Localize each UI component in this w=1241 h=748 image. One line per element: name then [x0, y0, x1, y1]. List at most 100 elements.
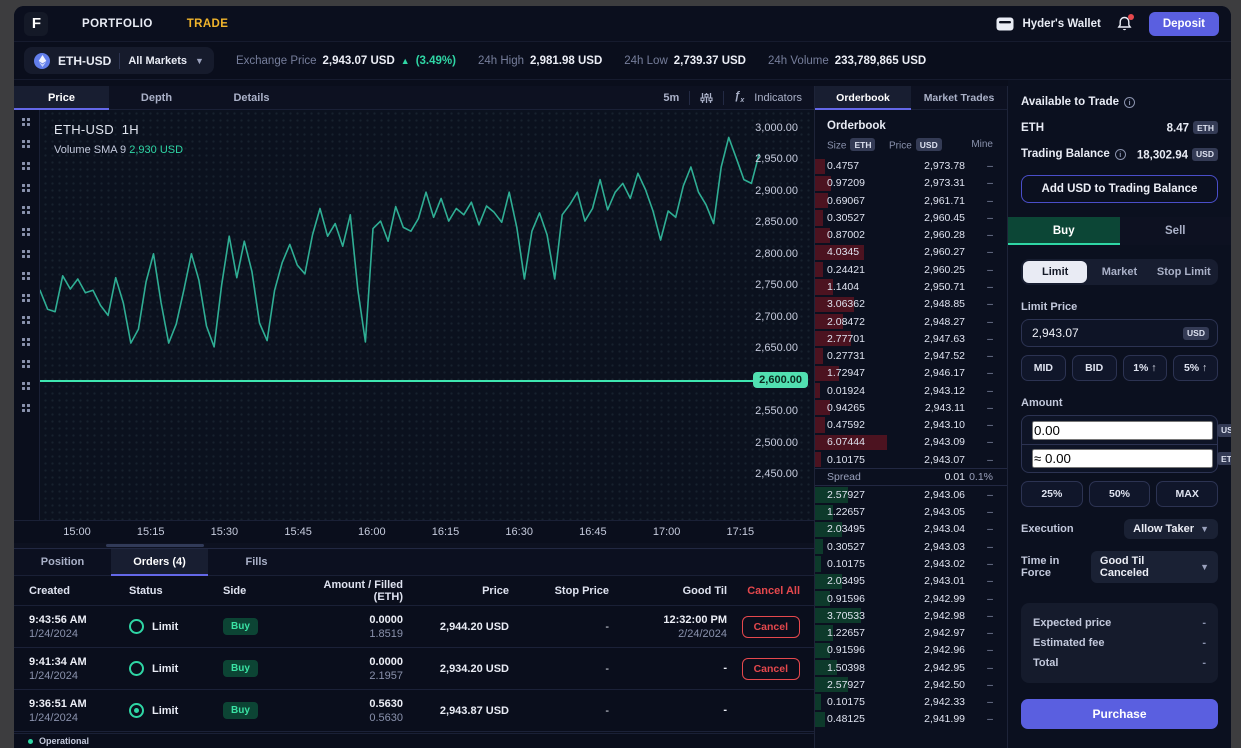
drawing-tools-strip — [14, 110, 40, 520]
deposit-button[interactable]: Deposit — [1149, 12, 1219, 36]
tab-market-trades[interactable]: Market Trades — [911, 86, 1007, 109]
execution-row: Execution Allow Taker▼ — [1021, 519, 1218, 539]
ask-row[interactable]: 0.690672,961.71– — [815, 192, 1007, 209]
bid-button[interactable]: BID — [1072, 355, 1117, 381]
info-icon[interactable]: i — [1124, 97, 1135, 108]
info-icon[interactable]: i — [1115, 149, 1126, 160]
order-price: 2,973.78 — [889, 160, 965, 172]
limit-price-input[interactable] — [1032, 326, 1179, 340]
drawing-tool-icon[interactable] — [22, 360, 31, 369]
drawing-tool-icon[interactable] — [22, 404, 31, 413]
amount-eth-input[interactable] — [1032, 449, 1213, 468]
drawing-tool-icon[interactable] — [22, 228, 31, 237]
ask-row[interactable]: 0.305272,960.45– — [815, 209, 1007, 226]
drawing-tool-icon[interactable] — [22, 184, 31, 193]
nav-trade[interactable]: TRADE — [187, 18, 229, 30]
tab-buy[interactable]: Buy — [1008, 217, 1120, 245]
ask-row[interactable]: 0.101752,943.07– — [815, 451, 1007, 468]
candles-settings-icon[interactable] — [700, 92, 713, 104]
order-mine: – — [965, 160, 993, 172]
ask-row[interactable]: 0.475922,943.10– — [815, 416, 1007, 433]
tab-depth[interactable]: Depth — [109, 86, 204, 109]
order-mine: – — [965, 281, 993, 293]
bid-row[interactable]: 2.034952,943.04– — [815, 521, 1007, 538]
ask-row[interactable]: 2.777012,947.63– — [815, 330, 1007, 347]
ask-row[interactable]: 0.019242,943.12– — [815, 382, 1007, 399]
max-button[interactable]: MAX — [1156, 481, 1218, 507]
tab-orders[interactable]: Orders (4) — [111, 549, 208, 575]
mid-button[interactable]: MID — [1021, 355, 1066, 381]
app-logo[interactable]: F — [24, 12, 48, 36]
bid-row[interactable]: 1.226572,942.97– — [815, 624, 1007, 641]
ask-row[interactable]: 3.063622,948.85– — [815, 296, 1007, 313]
ask-row[interactable]: 0.870022,960.28– — [815, 227, 1007, 244]
bid-row[interactable]: 0.915962,942.99– — [815, 590, 1007, 607]
execution-select[interactable]: Allow Taker▼ — [1124, 519, 1218, 539]
cancel-order-button[interactable]: Cancel — [742, 616, 800, 638]
bid-row[interactable]: 0.101752,943.02– — [815, 555, 1007, 572]
drawing-tool-icon[interactable] — [22, 140, 31, 149]
ask-row[interactable]: 6.074442,943.09– — [815, 434, 1007, 451]
ask-row[interactable]: 1.729472,946.17– — [815, 365, 1007, 382]
notifications-button[interactable] — [1117, 16, 1133, 32]
order-good-til: - — [609, 704, 727, 718]
wallet-chip[interactable]: Hyder's Wallet — [996, 17, 1100, 31]
indicators-button[interactable]: Indicators — [754, 92, 802, 104]
bid-row[interactable]: 0.915962,942.96– — [815, 642, 1007, 659]
ask-row[interactable]: 1.14042,950.71– — [815, 278, 1007, 295]
drawing-tool-icon[interactable] — [22, 272, 31, 281]
tab-details[interactable]: Details — [204, 86, 299, 109]
cancel-all-button[interactable]: Cancel All — [727, 585, 800, 597]
pct-25-button[interactable]: 25% — [1021, 481, 1083, 507]
drawing-tool-icon[interactable] — [22, 316, 31, 325]
add-usd-button[interactable]: Add USD to Trading Balance — [1021, 175, 1218, 203]
ask-row[interactable]: 0.244212,960.25– — [815, 261, 1007, 278]
ask-row[interactable]: 0.972092,973.31– — [815, 175, 1007, 192]
scrollbar-thumb[interactable] — [106, 544, 204, 547]
order-type-market[interactable]: Market — [1087, 261, 1151, 283]
tab-orderbook[interactable]: Orderbook — [815, 86, 911, 109]
bid-row[interactable]: 3.705332,942.98– — [815, 607, 1007, 624]
timeframe-button[interactable]: 5m — [663, 92, 679, 104]
cancel-order-button[interactable]: Cancel — [742, 658, 800, 680]
bid-row[interactable]: 2.579272,942.50– — [815, 676, 1007, 693]
bid-row[interactable]: 1.503982,942.95– — [815, 659, 1007, 676]
purchase-button[interactable]: Purchase — [1021, 699, 1218, 729]
order-mine: – — [965, 523, 993, 535]
pct-50-button[interactable]: 50% — [1089, 481, 1151, 507]
order-type-stop-limit[interactable]: Stop Limit — [1152, 261, 1216, 283]
drawing-tool-icon[interactable] — [22, 162, 31, 171]
drawing-tool-icon[interactable] — [22, 294, 31, 303]
bid-row[interactable]: 1.226572,943.05– — [815, 504, 1007, 521]
order-price: 2,973.31 — [889, 177, 965, 189]
amount-usd-input[interactable] — [1032, 421, 1213, 440]
bid-row[interactable]: 2.034952,943.01– — [815, 573, 1007, 590]
tab-position[interactable]: Position — [14, 549, 111, 575]
drawing-tool-icon[interactable] — [22, 338, 31, 347]
bid-row[interactable]: 0.101752,942.33– — [815, 693, 1007, 710]
plus-5pct-button[interactable]: 5% ↑ — [1173, 355, 1218, 381]
tab-fills[interactable]: Fills — [208, 549, 305, 575]
time-in-force-select[interactable]: Good Til Canceled▼ — [1091, 551, 1218, 583]
order-type-limit[interactable]: Limit — [1023, 261, 1087, 283]
drawing-tool-icon[interactable] — [22, 118, 31, 127]
execution-label: Execution — [1021, 523, 1074, 535]
drawing-tool-icon[interactable] — [22, 206, 31, 215]
bid-row[interactable]: 0.305272,943.03– — [815, 538, 1007, 555]
tab-price[interactable]: Price — [14, 86, 109, 109]
tab-sell[interactable]: Sell — [1120, 217, 1232, 245]
ask-row[interactable]: 4.03452,960.27– — [815, 244, 1007, 261]
bid-row[interactable]: 0.481252,941.99– — [815, 711, 1007, 728]
bid-row[interactable]: 2.579272,943.06– — [815, 486, 1007, 503]
plus-1pct-button[interactable]: 1% ↑ — [1123, 355, 1168, 381]
depth-bar — [815, 539, 823, 554]
ask-row[interactable]: 0.47572,973.78– — [815, 158, 1007, 175]
drawing-tool-icon[interactable] — [22, 250, 31, 259]
ask-row[interactable]: 2.084722,948.27– — [815, 313, 1007, 330]
price-chart[interactable]: ETH-USD 1H Volume SMA 9 2,930 USD 3,000.… — [14, 110, 814, 520]
drawing-tool-icon[interactable] — [22, 382, 31, 391]
market-pair-selector[interactable]: ETH-USD All Markets ▼ — [24, 47, 214, 74]
ask-row[interactable]: 0.942652,943.11– — [815, 399, 1007, 416]
ask-row[interactable]: 0.277312,947.52– — [815, 347, 1007, 364]
nav-portfolio[interactable]: PORTFOLIO — [82, 18, 153, 30]
